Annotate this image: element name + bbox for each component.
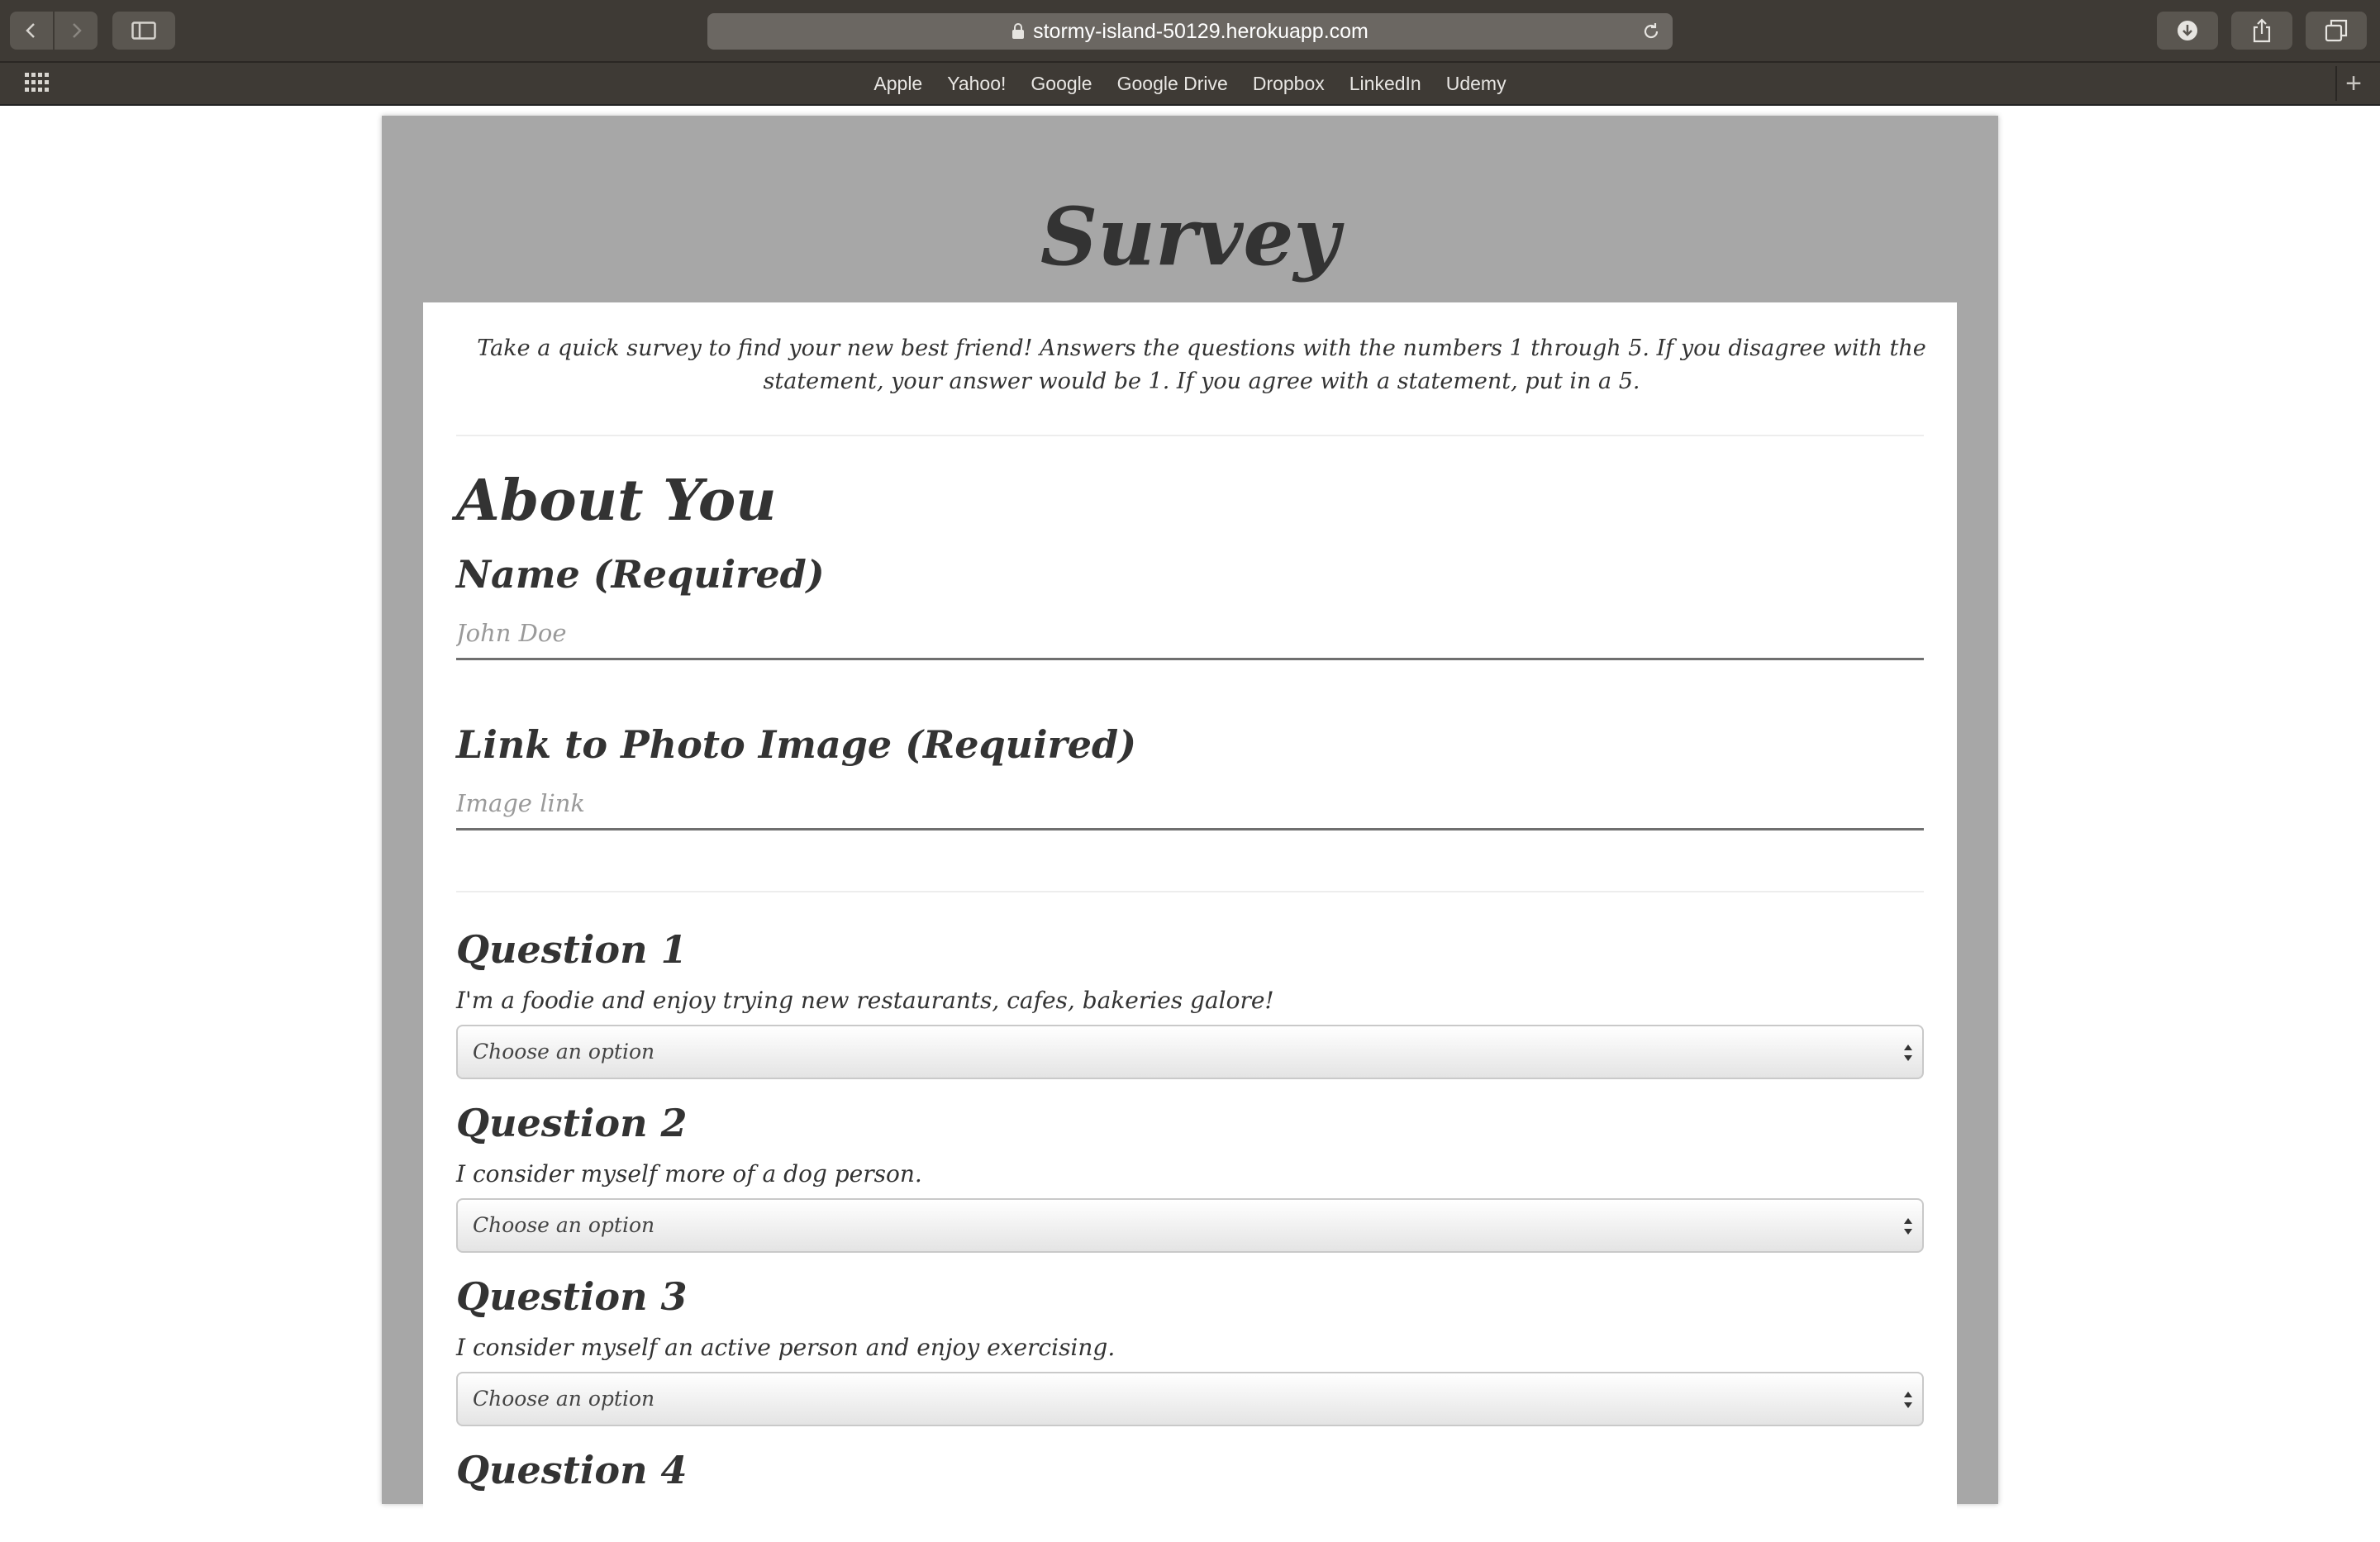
share-icon: [2253, 18, 2271, 43]
question-2-select[interactable]: Choose an option: [456, 1198, 1924, 1253]
bookmark-google-drive[interactable]: Google Drive: [1117, 73, 1228, 95]
sidebar-toggle-button[interactable]: [112, 12, 175, 50]
question-1-text: I'm a foodie and enjoy trying new restau…: [456, 987, 1274, 1014]
address-bar[interactable]: stormy-island-50129.herokuapp.com: [707, 13, 1673, 50]
question-4-heading: Question 4: [456, 1448, 688, 1492]
question-2-heading: Question 2: [456, 1101, 688, 1145]
divider: [456, 435, 1924, 436]
chevron-right-icon: [73, 23, 82, 38]
divider: [456, 891, 1924, 892]
share-button[interactable]: [2231, 12, 2292, 50]
reload-icon[interactable]: [1641, 21, 1661, 41]
bookmark-dropbox[interactable]: Dropbox: [1253, 73, 1325, 95]
new-tab-button[interactable]: +: [2335, 66, 2370, 101]
select-value: Choose an option: [473, 1387, 655, 1411]
question-1-heading: Question 1: [456, 927, 688, 972]
bookmark-linkedin[interactable]: LinkedIn: [1349, 73, 1421, 95]
page-title: Survey: [1040, 190, 1340, 283]
question-2-text: I consider myself more of a dog person.: [456, 1160, 922, 1187]
select-arrows-icon: [1904, 1218, 1912, 1235]
survey-form-panel: Take a quick survey to find your new bes…: [423, 302, 1957, 1542]
forward-button[interactable]: [55, 12, 98, 50]
back-button[interactable]: [10, 12, 53, 50]
photo-label: Link to Photo Image (Required): [456, 722, 1136, 767]
name-label: Name (Required): [456, 552, 825, 597]
question-1-select[interactable]: Choose an option: [456, 1025, 1924, 1079]
question-3-heading: Question 3: [456, 1274, 688, 1319]
url-text: stormy-island-50129.herokuapp.com: [1033, 19, 1368, 43]
download-icon: [2178, 21, 2197, 40]
bookmark-google[interactable]: Google: [1031, 73, 1092, 95]
select-arrows-icon: [1904, 1392, 1912, 1408]
browser-toolbar: stormy-island-50129.herokuapp.com: [0, 0, 2380, 63]
question-3-select[interactable]: Choose an option: [456, 1372, 1924, 1426]
photo-link-input[interactable]: [456, 778, 1924, 830]
chevron-left-icon: [26, 23, 35, 38]
question-3-text: I consider myself an active person and e…: [456, 1334, 1116, 1361]
bookmark-udemy[interactable]: Udemy: [1446, 73, 1507, 95]
lock-icon: [1012, 23, 1025, 39]
select-arrows-icon: [1904, 1045, 1912, 1061]
downloads-button[interactable]: [2157, 12, 2218, 50]
survey-jumbotron: Survey Take a quick survey to find your …: [382, 116, 1998, 1542]
tabs-icon: [2325, 19, 2348, 42]
name-input[interactable]: [456, 608, 1924, 660]
select-value: Choose an option: [473, 1213, 655, 1237]
about-you-heading: About You: [456, 468, 777, 534]
sidebar-icon: [131, 21, 156, 40]
bookmark-apple[interactable]: Apple: [873, 73, 922, 95]
bookmark-list: Apple Yahoo! Google Google Drive Dropbox…: [0, 63, 2380, 104]
tab-overview-button[interactable]: [2306, 12, 2367, 50]
bookmark-yahoo[interactable]: Yahoo!: [947, 73, 1006, 95]
intro-text: Take a quick survey to find your new bes…: [477, 336, 1926, 394]
nav-buttons: [10, 12, 98, 50]
select-value: Choose an option: [473, 1040, 655, 1064]
